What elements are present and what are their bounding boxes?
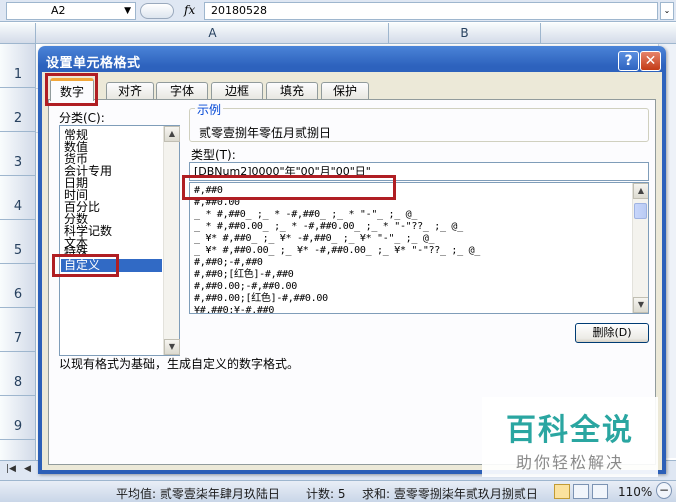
chevron-down-icon[interactable]: ▼: [124, 3, 131, 19]
scroll-thumb[interactable]: [634, 203, 647, 219]
formula-bar: A2 ▼ fx 20180528 ⌄: [0, 0, 676, 22]
watermark-subtitle: 助你轻松解决: [515, 453, 624, 472]
row-headers: 1 2 3 4 5 6 7 8 9: [0, 44, 36, 460]
first-sheet-icon[interactable]: |◀: [6, 464, 16, 474]
scroll-down-icon[interactable]: ▼: [164, 339, 180, 355]
row-header[interactable]: 2: [0, 88, 36, 132]
formula-controls: fx: [140, 2, 202, 20]
normal-view-icon[interactable]: [554, 484, 570, 499]
list-item[interactable]: 特殊: [64, 246, 88, 254]
list-item[interactable]: _ * #,##0_ ;_ * -#,##0_ ;_ * "-"_ ;_ @_: [194, 209, 417, 221]
column-header-b[interactable]: B: [389, 23, 541, 44]
category-list[interactable]: 常规 数值 货币 会计专用 日期 时间 百分比 分数 科学记数 文本 特殊 自定…: [59, 125, 180, 356]
insert-function-button[interactable]: fx: [184, 3, 195, 17]
select-all-corner[interactable]: [0, 23, 36, 44]
scroll-up-icon[interactable]: ▲: [633, 183, 648, 199]
list-item[interactable]: #,##0.00;[红色]-#,##0.00: [194, 293, 328, 305]
formula-input[interactable]: 20180528: [204, 2, 658, 20]
scroll-down-icon[interactable]: ▼: [633, 297, 648, 313]
category-scrollbar[interactable]: ▲ ▼: [163, 126, 180, 355]
row-header[interactable]: 5: [0, 220, 36, 264]
row-header[interactable]: 6: [0, 264, 36, 308]
zoom-level[interactable]: 110%: [618, 485, 652, 499]
close-button[interactable]: ✕: [640, 51, 661, 71]
page-break-view-icon[interactable]: [592, 484, 608, 499]
expand-formula-bar-icon[interactable]: ⌄: [660, 2, 674, 20]
row-header[interactable]: 8: [0, 352, 36, 396]
list-item[interactable]: #,##0;[红色]-#,##0: [194, 269, 294, 281]
dialog-title: 设置单元格格式: [46, 56, 141, 71]
name-box-value: A2: [51, 4, 66, 17]
list-item[interactable]: _ ¥* #,##0_ ;_ ¥* -#,##0_ ;_ ¥* "-"_ ;_ …: [194, 233, 435, 245]
type-input[interactable]: [DBNum2]0000"年"00"月"00"日": [189, 162, 649, 181]
sample-value: 贰零壹捌年零伍月贰捌日: [199, 126, 332, 140]
formula-cancel-enter-buttons[interactable]: [140, 3, 174, 19]
list-item[interactable]: #,##0: [194, 185, 223, 197]
format-list-scrollbar[interactable]: ▲ ▼: [632, 183, 648, 313]
status-count: 计数: 5: [306, 487, 346, 501]
column-headers: A B: [0, 23, 676, 44]
row-header[interactable]: 4: [0, 176, 36, 220]
format-code-list[interactable]: #,##0 #,##0.00 _ * #,##0_ ;_ * -#,##0_ ;…: [189, 182, 649, 314]
delete-button[interactable]: 删除(D): [575, 323, 649, 343]
prev-sheet-icon[interactable]: ◀: [24, 464, 31, 474]
list-item[interactable]: _ ¥* #,##0.00_ ;_ ¥* -#,##0.00_ ;_ ¥* "-…: [194, 245, 480, 257]
row-header[interactable]: 9: [0, 396, 36, 440]
list-item[interactable]: #,##0.00: [194, 197, 240, 209]
row-header[interactable]: 3: [0, 132, 36, 176]
row-header[interactable]: 1: [0, 44, 36, 88]
sample-label: 示例: [195, 101, 224, 118]
list-item[interactable]: ¥#,##0;¥-#,##0: [194, 305, 274, 313]
watermark: 百科全说 助你轻松解决: [482, 397, 658, 477]
scroll-up-icon[interactable]: ▲: [164, 126, 180, 142]
tab-fill[interactable]: 填充: [266, 82, 318, 100]
description-text: 以现有格式为基础，生成自定义的数字格式。: [59, 357, 300, 371]
help-button[interactable]: ?: [618, 51, 639, 71]
tab-alignment[interactable]: 对齐: [106, 82, 154, 100]
tab-number[interactable]: 数字: [50, 78, 94, 101]
tab-font[interactable]: 字体: [156, 82, 208, 100]
type-label: 类型(T):: [191, 148, 236, 162]
zoom-out-button[interactable]: −: [656, 482, 672, 499]
watermark-title: 百科全说: [506, 413, 634, 448]
column-header-a[interactable]: A: [37, 23, 389, 44]
status-sum: 求和: 壹零零捌柒年贰玖月捌贰日: [362, 487, 538, 501]
list-item[interactable]: #,##0;-#,##0: [194, 257, 263, 269]
category-label: 分类(C):: [59, 111, 105, 125]
status-bar: 平均值: 贰零壹柒年肆月玖陆日 计数: 5 求和: 壹零零捌柒年贰玖月捌贰日 1…: [0, 480, 676, 502]
name-box[interactable]: A2 ▼: [6, 2, 136, 20]
tab-protection[interactable]: 保护: [321, 82, 369, 100]
list-item[interactable]: _ * #,##0.00_ ;_ * -#,##0.00_ ;_ * "-"??…: [194, 221, 463, 233]
list-item[interactable]: #,##0.00;-#,##0.00: [194, 281, 297, 293]
status-average: 平均值: 贰零壹柒年肆月玖陆日: [116, 487, 280, 501]
row-header[interactable]: 7: [0, 308, 36, 352]
page-layout-view-icon[interactable]: [573, 484, 589, 499]
tab-border[interactable]: 边框: [211, 82, 263, 100]
list-item-selected[interactable]: 自定义: [61, 259, 162, 272]
